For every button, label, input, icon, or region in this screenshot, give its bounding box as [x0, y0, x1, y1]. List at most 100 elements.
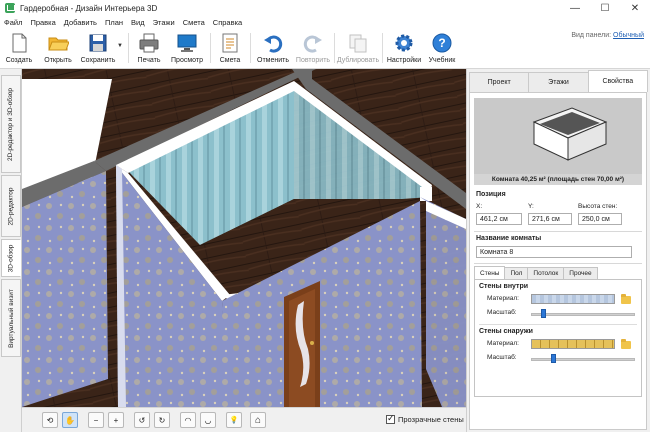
transparent-walls-checkbox[interactable] — [386, 413, 395, 424]
room-box-preview-icon — [532, 107, 608, 161]
menu-estimate[interactable]: Смета — [179, 18, 209, 27]
preview-button[interactable]: Просмотр — [170, 29, 204, 69]
tab-3d-view-label: 3D-обзор — [7, 244, 15, 272]
open-label: Открыть — [44, 57, 72, 64]
tab-3d-view[interactable]: 3D-обзор — [1, 239, 21, 277]
undo-button[interactable]: Отменить — [255, 29, 291, 69]
undo-label: Отменить — [257, 57, 289, 64]
y-input[interactable]: 271,6 см — [528, 213, 572, 225]
print-button[interactable]: Печать — [134, 29, 164, 69]
outer-wall-left — [22, 171, 108, 407]
zoom-out-icon: − — [93, 415, 99, 425]
outside-scale-slider[interactable] — [531, 358, 635, 361]
hand-pan-button[interactable]: ✋ — [62, 412, 78, 428]
app-logo-icon — [5, 3, 15, 13]
menu-floors[interactable]: Этажи — [149, 18, 179, 27]
x-input[interactable]: 461,2 см — [476, 213, 522, 225]
inside-scale-thumb[interactable] — [541, 309, 546, 318]
3d-viewport[interactable] — [22, 69, 466, 407]
subtab-walls[interactable]: Стены — [474, 266, 506, 279]
inside-material-swatch[interactable] — [531, 294, 615, 304]
door — [284, 281, 320, 407]
menu-edit[interactable]: Правка — [26, 18, 59, 27]
menu-help[interactable]: Справка — [209, 18, 246, 27]
menu-plan[interactable]: План — [101, 18, 127, 27]
inside-scale-slider[interactable] — [531, 313, 635, 316]
tab-floors[interactable]: Этажи — [528, 72, 589, 92]
redo-label: Повторить — [295, 57, 331, 64]
estimate-label: Смета — [219, 57, 241, 64]
duplicate-icon — [347, 32, 369, 54]
rotate-left-icon: ↺ — [138, 415, 146, 425]
inside-material-folder-icon[interactable] — [621, 294, 631, 304]
divider — [474, 263, 642, 264]
toolbar-separator — [250, 33, 251, 63]
title-bar: Гардеробная - Дизайн Интерьера 3D — ☐ ✕ — [0, 0, 650, 16]
minimize-button[interactable]: — — [560, 0, 590, 16]
undo-icon — [262, 32, 284, 54]
maximize-button[interactable]: ☐ — [590, 0, 620, 16]
redo-button[interactable]: Повторить — [294, 29, 332, 69]
duplicate-button[interactable]: Дублировать — [337, 29, 379, 69]
toolbar-separator — [382, 33, 383, 63]
outside-scale-label: Масштаб: — [487, 354, 517, 361]
outside-material-folder-icon[interactable] — [621, 339, 631, 349]
monitor-icon — [176, 32, 198, 54]
print-label: Печать — [137, 57, 161, 64]
light-button[interactable]: 💡 — [226, 412, 242, 428]
zoom-out-button[interactable]: − — [88, 412, 104, 428]
home-view-button[interactable]: ⌂ — [250, 412, 266, 428]
tab-project[interactable]: Проект — [469, 72, 530, 92]
save-label: Сохранить — [80, 57, 116, 64]
x-label: X: — [476, 203, 483, 210]
room-name-input[interactable]: Комната 8 — [476, 246, 632, 258]
walls-materials-panel: Стены внутри Материал: Масштаб: Стены сн… — [474, 279, 642, 397]
wall-height-input[interactable]: 250,0 см — [578, 213, 622, 225]
room-name-title: Название комнаты — [476, 235, 542, 242]
menu-add[interactable]: Добавить — [60, 18, 101, 27]
tab-properties[interactable]: Свойства — [587, 70, 648, 92]
tilt-down-button[interactable]: ◡ — [200, 412, 216, 428]
walls-outside-title: Стены снаружи — [479, 328, 533, 335]
tab-2d-editor-label: 2D-редактор — [7, 186, 15, 226]
position-title: Позиция — [476, 191, 506, 198]
save-dropdown-arrow-icon[interactable]: ▼ — [117, 43, 123, 49]
transparent-walls-toggle[interactable]: Прозрачные стены — [386, 413, 464, 424]
rotate-left-button[interactable]: ↺ — [134, 412, 150, 428]
menu-bar: Файл Правка Добавить План Вид Этажи Смет… — [0, 16, 650, 29]
subtab-other[interactable]: Прочее — [563, 267, 598, 279]
help-icon: ? — [431, 32, 453, 54]
tab-2d-editor[interactable]: 2D-редактор — [1, 175, 21, 237]
create-label: Создать — [5, 57, 33, 64]
create-button[interactable]: Создать — [4, 29, 34, 69]
view-panel-link[interactable]: Обычный — [613, 32, 644, 39]
outside-material-swatch[interactable] — [531, 339, 615, 349]
inside-material-label: Материал: — [487, 295, 519, 302]
subtab-ceiling[interactable]: Потолок — [527, 267, 565, 279]
close-button[interactable]: ✕ — [620, 0, 650, 16]
preview-label: Просмотр — [171, 57, 203, 64]
menu-view[interactable]: Вид — [127, 18, 149, 27]
menu-file[interactable]: Файл — [0, 18, 26, 27]
open-button[interactable]: Открыть — [42, 29, 74, 69]
tilt-up-button[interactable]: ◠ — [180, 412, 196, 428]
home-icon: ⌂ — [254, 414, 262, 426]
tab-2d-and-3d[interactable]: 2D-редактор и 3D-обзор — [1, 75, 21, 173]
settings-button[interactable]: Настройки — [386, 29, 422, 69]
outside-scale-thumb[interactable] — [551, 354, 556, 363]
zoom-in-button[interactable]: + — [108, 412, 124, 428]
rotate-right-button[interactable]: ↻ — [154, 412, 170, 428]
subtab-floor[interactable]: Пол — [504, 267, 529, 279]
estimate-button[interactable]: Смета — [216, 29, 244, 69]
save-button[interactable]: Сохранить — [80, 29, 116, 69]
tutorial-button[interactable]: ? Учебник — [426, 29, 458, 69]
room-preview — [474, 98, 642, 174]
save-disk-icon — [87, 32, 109, 54]
printer-icon — [138, 32, 160, 54]
tutorial-label: Учебник — [428, 57, 456, 64]
transparent-walls-label: Прозрачные стены — [398, 415, 464, 424]
3d-scene[interactable] — [22, 69, 466, 407]
rotate-360-button[interactable]: ⟲ — [42, 412, 58, 428]
tab-virtual-visit[interactable]: Виртуальный визит — [1, 279, 21, 357]
divider — [474, 231, 642, 232]
